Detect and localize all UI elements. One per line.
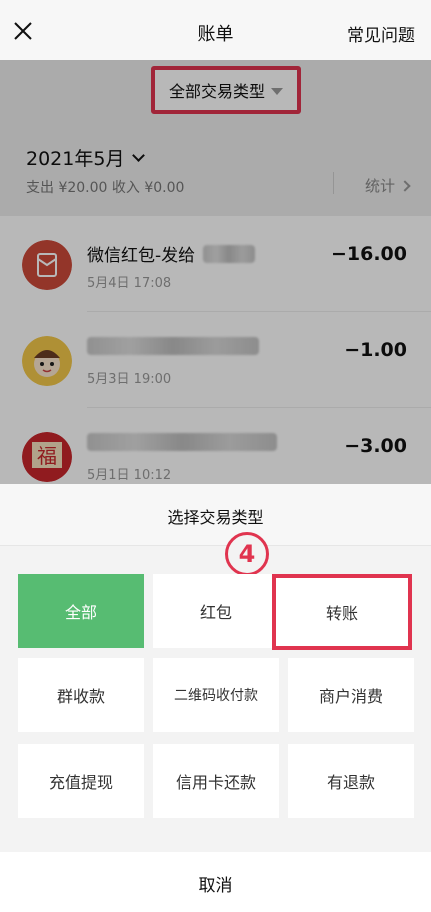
faq-link[interactable]: 常见问题: [347, 21, 415, 46]
navbar: 账单 常见问题: [0, 0, 431, 60]
type-option-refund[interactable]: 有退款: [288, 744, 414, 818]
type-option-all[interactable]: 全部: [18, 574, 144, 648]
cancel-button[interactable]: 取消: [0, 852, 431, 912]
type-picker-sheet: 选择交易类型 4 全部 红包 转账 群收款 二维码收付款 商户消费 充值提现 信…: [0, 484, 431, 912]
type-option-qr-code[interactable]: 二维码收付款: [153, 658, 279, 732]
type-option-credit-card[interactable]: 信用卡还款: [153, 744, 279, 818]
type-option-transfer[interactable]: 转账: [272, 574, 412, 650]
modal-backdrop[interactable]: [0, 60, 431, 488]
type-option-merchant[interactable]: 商户消费: [288, 658, 414, 732]
type-option-group-collect[interactable]: 群收款: [18, 658, 144, 732]
type-option-topup-withdraw[interactable]: 充值提现: [18, 744, 144, 818]
bill-page: 账单 常见问题 全部交易类型 2021年5月 支出 ¥20.00 收入 ¥0.0…: [0, 0, 431, 912]
type-grid: 全部 红包 转账 群收款 二维码收付款 商户消费 充值提现 信用卡还款 有退款: [0, 484, 431, 912]
cancel-label: 取消: [198, 876, 233, 896]
type-option-red-packet[interactable]: 红包: [153, 574, 279, 648]
